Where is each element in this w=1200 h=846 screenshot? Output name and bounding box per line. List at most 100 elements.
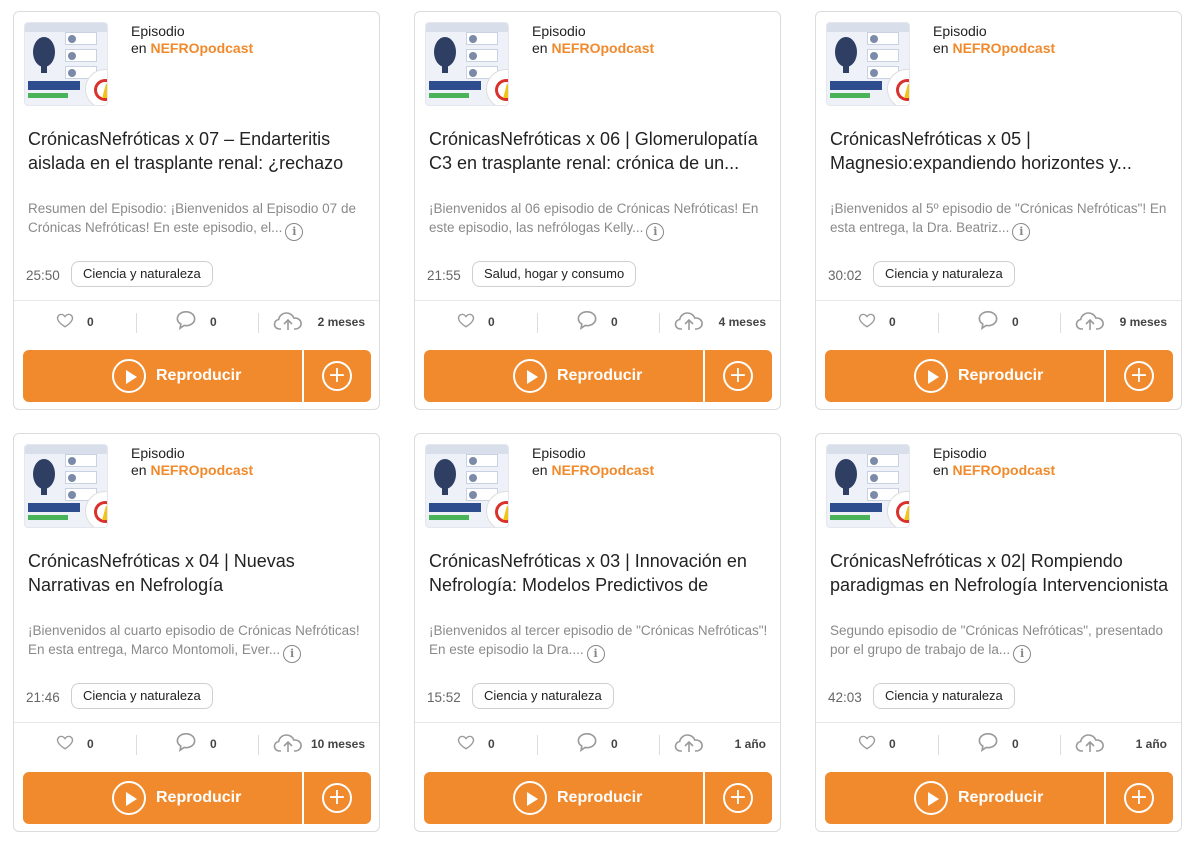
episode-cover-image[interactable] xyxy=(425,22,509,106)
episode-title[interactable]: CrónicasNefróticas x 05 | Magnesio:expan… xyxy=(830,127,1175,175)
info-icon[interactable]: i xyxy=(283,645,302,663)
heart-icon[interactable] xyxy=(56,311,74,334)
speaker-photo xyxy=(466,32,498,45)
category-tag[interactable]: Ciencia y naturaleza xyxy=(873,683,1015,709)
show-link[interactable]: NEFROpodcast xyxy=(551,462,654,478)
cloud-upload-icon[interactable] xyxy=(674,310,704,337)
episode-description-text: ¡Bienvenidos al 5º episodio de "Crónicas… xyxy=(830,201,1167,235)
comments-count: 0 xyxy=(611,737,618,751)
speaker-photo xyxy=(466,49,498,62)
show-link[interactable]: NEFROpodcast xyxy=(150,462,253,478)
cover-title-band xyxy=(830,503,882,512)
comment-icon[interactable] xyxy=(175,732,197,757)
add-to-list-button[interactable]: + xyxy=(304,772,371,824)
heart-icon[interactable] xyxy=(56,733,74,756)
episode-title[interactable]: CrónicasNefróticas x 02| Rompiendo parad… xyxy=(830,549,1175,597)
play-button[interactable]: Reproducir xyxy=(825,350,1104,402)
episode-card[interactable]: Episodio en NEFROpodcast CrónicasNefróti… xyxy=(815,11,1182,410)
comment-icon[interactable] xyxy=(175,310,197,335)
plus-icon: + xyxy=(322,783,352,813)
comments-count: 0 xyxy=(1012,737,1019,751)
plus-icon: + xyxy=(723,361,753,391)
speaker-photo xyxy=(867,32,899,45)
play-button-label: Reproducir xyxy=(557,367,643,384)
comments-count: 0 xyxy=(210,315,217,329)
comment-icon[interactable] xyxy=(977,310,999,335)
comment-icon[interactable] xyxy=(977,732,999,757)
category-tag[interactable]: Ciencia y naturaleza xyxy=(873,261,1015,287)
stats-divider xyxy=(938,735,939,755)
stats-divider xyxy=(258,735,259,755)
add-to-list-button[interactable]: + xyxy=(304,350,371,402)
episode-cover-image[interactable] xyxy=(826,444,910,528)
speaker-photo xyxy=(65,471,97,484)
spotify-badge xyxy=(429,93,469,98)
likes-count: 0 xyxy=(488,315,495,329)
episode-cover-image[interactable] xyxy=(24,444,108,528)
cloud-upload-icon[interactable] xyxy=(273,732,303,759)
cloud-upload-icon[interactable] xyxy=(273,310,303,337)
published-ago: 2 meses xyxy=(317,315,365,329)
play-button[interactable]: Reproducir xyxy=(424,350,703,402)
episode-title[interactable]: CrónicasNefróticas x 07 – Endarteritis a… xyxy=(28,127,373,175)
episode-card[interactable]: Episodio en NEFROpodcast CrónicasNefróti… xyxy=(815,433,1182,832)
comment-icon[interactable] xyxy=(576,732,598,757)
play-icon xyxy=(513,781,547,815)
episode-title[interactable]: CrónicasNefróticas x 03 | Innovación en … xyxy=(429,549,774,597)
play-button[interactable]: Reproducir xyxy=(825,772,1104,824)
info-icon[interactable]: i xyxy=(1013,645,1032,663)
add-to-list-button[interactable]: + xyxy=(705,350,772,402)
episode-card[interactable]: Episodio en NEFROpodcast CrónicasNefróti… xyxy=(414,11,781,410)
episode-card[interactable]: Episodio en NEFROpodcast CrónicasNefróti… xyxy=(13,11,380,410)
stats-divider xyxy=(537,313,538,333)
category-tag[interactable]: Ciencia y naturaleza xyxy=(472,683,614,709)
play-button-label: Reproducir xyxy=(156,367,242,384)
speaker-photo xyxy=(65,49,97,62)
stats-divider xyxy=(1060,313,1061,333)
play-icon xyxy=(112,359,146,393)
episode-title[interactable]: CrónicasNefróticas x 06 | Glomerulopatía… xyxy=(429,127,774,175)
info-icon[interactable]: i xyxy=(586,645,605,663)
episode-title[interactable]: CrónicasNefróticas x 04 | Nuevas Narrati… xyxy=(28,549,373,597)
play-button[interactable]: Reproducir xyxy=(23,772,302,824)
episode-show-line: en NEFROpodcast xyxy=(131,462,253,478)
cloud-upload-icon[interactable] xyxy=(1075,732,1105,759)
cover-header-band xyxy=(426,23,508,32)
episode-show-line: en NEFROpodcast xyxy=(933,462,1055,478)
category-tag[interactable]: Ciencia y naturaleza xyxy=(71,683,213,709)
heart-icon[interactable] xyxy=(858,733,876,756)
show-link[interactable]: NEFROpodcast xyxy=(551,40,654,56)
cover-title-band xyxy=(28,503,80,512)
category-tag[interactable]: Salud, hogar y consumo xyxy=(472,261,637,287)
heart-icon[interactable] xyxy=(858,311,876,334)
info-icon[interactable]: i xyxy=(1012,223,1031,241)
show-link[interactable]: NEFROpodcast xyxy=(952,462,1055,478)
comment-icon[interactable] xyxy=(576,310,598,335)
heart-icon[interactable] xyxy=(457,311,475,334)
likes-count: 0 xyxy=(889,315,896,329)
episode-cover-image[interactable] xyxy=(425,444,509,528)
episode-cover-image[interactable] xyxy=(24,22,108,106)
add-to-list-button[interactable]: + xyxy=(705,772,772,824)
episode-card[interactable]: Episodio en NEFROpodcast CrónicasNefróti… xyxy=(414,433,781,832)
episode-type-label: Episodio xyxy=(131,445,185,461)
info-icon[interactable]: i xyxy=(646,223,665,241)
episode-show-line: en NEFROpodcast xyxy=(532,462,654,478)
add-to-list-button[interactable]: + xyxy=(1106,350,1173,402)
cloud-upload-icon[interactable] xyxy=(1075,310,1105,337)
show-link[interactable]: NEFROpodcast xyxy=(150,40,253,56)
play-button[interactable]: Reproducir xyxy=(424,772,703,824)
episode-cover-image[interactable] xyxy=(826,22,910,106)
show-link[interactable]: NEFROpodcast xyxy=(952,40,1055,56)
heart-icon[interactable] xyxy=(457,733,475,756)
episode-duration: 21:46 xyxy=(26,690,60,705)
add-to-list-button[interactable]: + xyxy=(1106,772,1173,824)
play-button[interactable]: Reproducir xyxy=(23,350,302,402)
episode-card[interactable]: Episodio en NEFROpodcast CrónicasNefróti… xyxy=(13,433,380,832)
spotify-badge xyxy=(429,515,469,520)
episode-description: Segundo episodio de "Crónicas Nefróticas… xyxy=(830,621,1170,663)
category-tag[interactable]: Ciencia y naturaleza xyxy=(71,261,213,287)
episode-description: Resumen del Episodio: ¡Bienvenidos al Ep… xyxy=(28,199,368,241)
cloud-upload-icon[interactable] xyxy=(674,732,704,759)
info-icon[interactable]: i xyxy=(285,223,304,241)
